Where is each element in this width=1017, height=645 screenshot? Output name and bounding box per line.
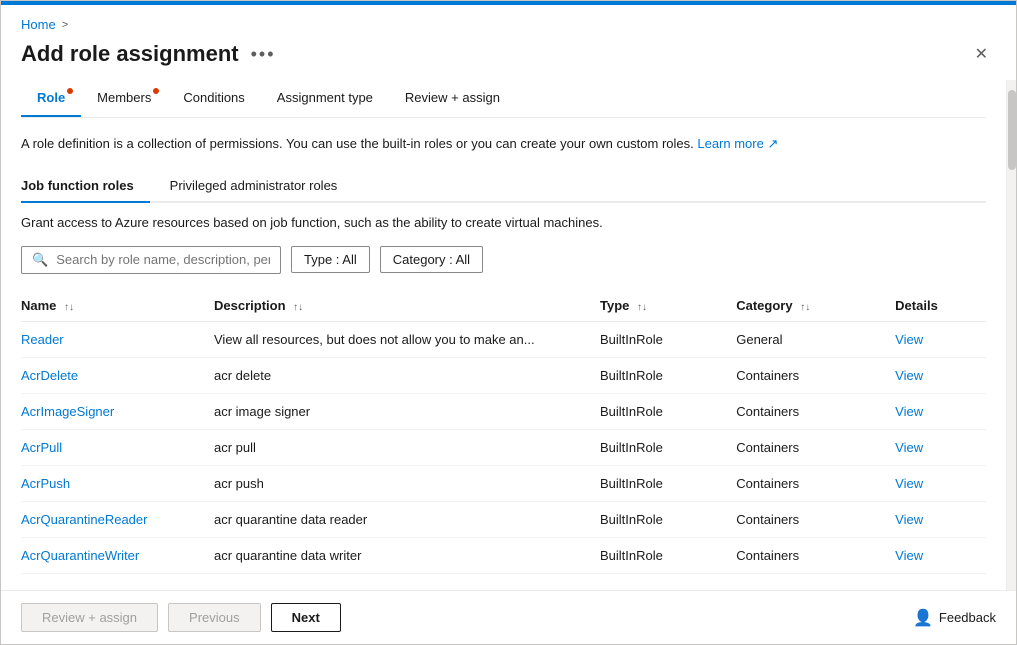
table-row: AcrQuarantineWriter acr quarantine data w… [21,537,986,573]
role-name-link[interactable]: AcrQuarantineWriter [21,548,139,563]
feedback-icon: 👤 [913,608,933,628]
col-header-category[interactable]: Category ↑↓ [736,290,895,322]
role-category: Containers [736,393,895,429]
category-filter-pill[interactable]: Category : All [380,246,483,273]
search-icon: 🔍 [32,252,48,268]
role-type: BuiltInRole [600,393,736,429]
sub-tab-bar: Job function roles Privileged administra… [21,170,986,203]
breadcrumb-separator: > [62,19,68,31]
scrollbar-track[interactable] [1006,80,1016,590]
col-header-description[interactable]: Description ↑↓ [214,290,600,322]
role-category: Containers [736,357,895,393]
role-details-link[interactable]: View [895,332,923,347]
role-type: BuiltInRole [600,321,736,357]
table-row: Reader View all resources, but does not a… [21,321,986,357]
more-options-icon[interactable]: ••• [251,44,276,65]
previous-button[interactable]: Previous [168,603,261,632]
footer: Review + assign Previous Next 👤 Feedback [1,590,1016,644]
table-row: AcrPush acr pushBuiltInRoleContainersView [21,465,986,501]
review-assign-button[interactable]: Review + assign [21,603,158,632]
col-header-type[interactable]: Type ↑↓ [600,290,736,322]
tab-assignment-type[interactable]: Assignment type [261,80,389,117]
main-panel: Role Members Conditions Assignment type … [1,80,1006,590]
role-description: acr push [214,465,600,501]
table-row: AcrPull acr pullBuiltInRoleContainersView [21,429,986,465]
search-box[interactable]: 🔍 [21,246,281,274]
role-details-link[interactable]: View [895,512,923,527]
page-header: Add role assignment ••• ✕ [1,36,1016,80]
role-type: BuiltInRole [600,357,736,393]
role-description: acr delete [214,357,600,393]
sub-tab-job-function[interactable]: Job function roles [21,170,150,203]
role-details-link[interactable]: View [895,404,923,419]
header-left: Add role assignment ••• [21,41,276,67]
role-description: acr quarantine data writer [214,537,600,573]
role-name-link[interactable]: AcrImageSigner [21,404,114,419]
type-filter-pill[interactable]: Type : All [291,246,370,273]
table-row: AcrQuarantineReader acr quarantine data r… [21,501,986,537]
role-type: BuiltInRole [600,429,736,465]
feedback-button[interactable]: 👤 Feedback [913,608,996,628]
role-description: acr pull [214,429,600,465]
role-details-link[interactable]: View [895,548,923,563]
page-title: Add role assignment [21,41,239,67]
sub-tab-description: Grant access to Azure resources based on… [21,215,986,230]
next-button[interactable]: Next [271,603,341,632]
table-body: Reader View all resources, but does not a… [21,321,986,573]
main-window: Home > Add role assignment ••• ✕ Role Me… [0,0,1017,645]
table-header-row: Name ↑↓ Description ↑↓ Type ↑↓ Category … [21,290,986,322]
role-name-link[interactable]: AcrPull [21,440,62,455]
close-button[interactable]: ✕ [967,40,996,68]
role-category: Containers [736,429,895,465]
search-input[interactable] [56,252,270,267]
role-name-link[interactable]: AcrPush [21,476,70,491]
table-row: AcrImageSigner acr image signerBuiltInRol… [21,393,986,429]
filter-row: 🔍 Type : All Category : All [21,246,986,274]
roles-table-container: Name ↑↓ Description ↑↓ Type ↑↓ Category … [21,290,986,574]
role-type: BuiltInRole [600,465,736,501]
feedback-label: Feedback [939,610,996,625]
sub-tab-privileged[interactable]: Privileged administrator roles [170,170,354,203]
role-type: BuiltInRole [600,501,736,537]
content-area: Role Members Conditions Assignment type … [1,80,1016,590]
tab-members[interactable]: Members [81,80,167,117]
role-details-link[interactable]: View [895,440,923,455]
role-description: acr quarantine data reader [214,501,600,537]
tab-bar: Role Members Conditions Assignment type … [21,80,986,118]
role-category: Containers [736,537,895,573]
role-details-link[interactable]: View [895,476,923,491]
role-details-link[interactable]: View [895,368,923,383]
scrollbar-thumb[interactable] [1008,90,1016,170]
role-name-link[interactable]: Reader [21,332,64,347]
info-text: A role definition is a collection of per… [21,134,986,154]
tab-review-assign[interactable]: Review + assign [389,80,516,117]
role-category: General [736,321,895,357]
role-description: acr image signer [214,393,600,429]
col-header-name[interactable]: Name ↑↓ [21,290,214,322]
col-header-details: Details [895,290,986,322]
roles-table: Name ↑↓ Description ↑↓ Type ↑↓ Category … [21,290,986,574]
tab-conditions[interactable]: Conditions [167,80,260,117]
role-name-link[interactable]: AcrQuarantineReader [21,512,147,527]
tab-role[interactable]: Role [21,80,81,117]
role-type: BuiltInRole [600,537,736,573]
role-category: Containers [736,465,895,501]
breadcrumb: Home > [1,5,1016,36]
breadcrumb-home[interactable]: Home [21,17,56,32]
role-category: Containers [736,501,895,537]
learn-more-link[interactable]: Learn more ↗ [697,136,778,151]
role-name-link[interactable]: AcrDelete [21,368,78,383]
role-description: View all resources, but does not allow y… [214,321,600,357]
table-row: AcrDelete acr deleteBuiltInRoleContainers… [21,357,986,393]
